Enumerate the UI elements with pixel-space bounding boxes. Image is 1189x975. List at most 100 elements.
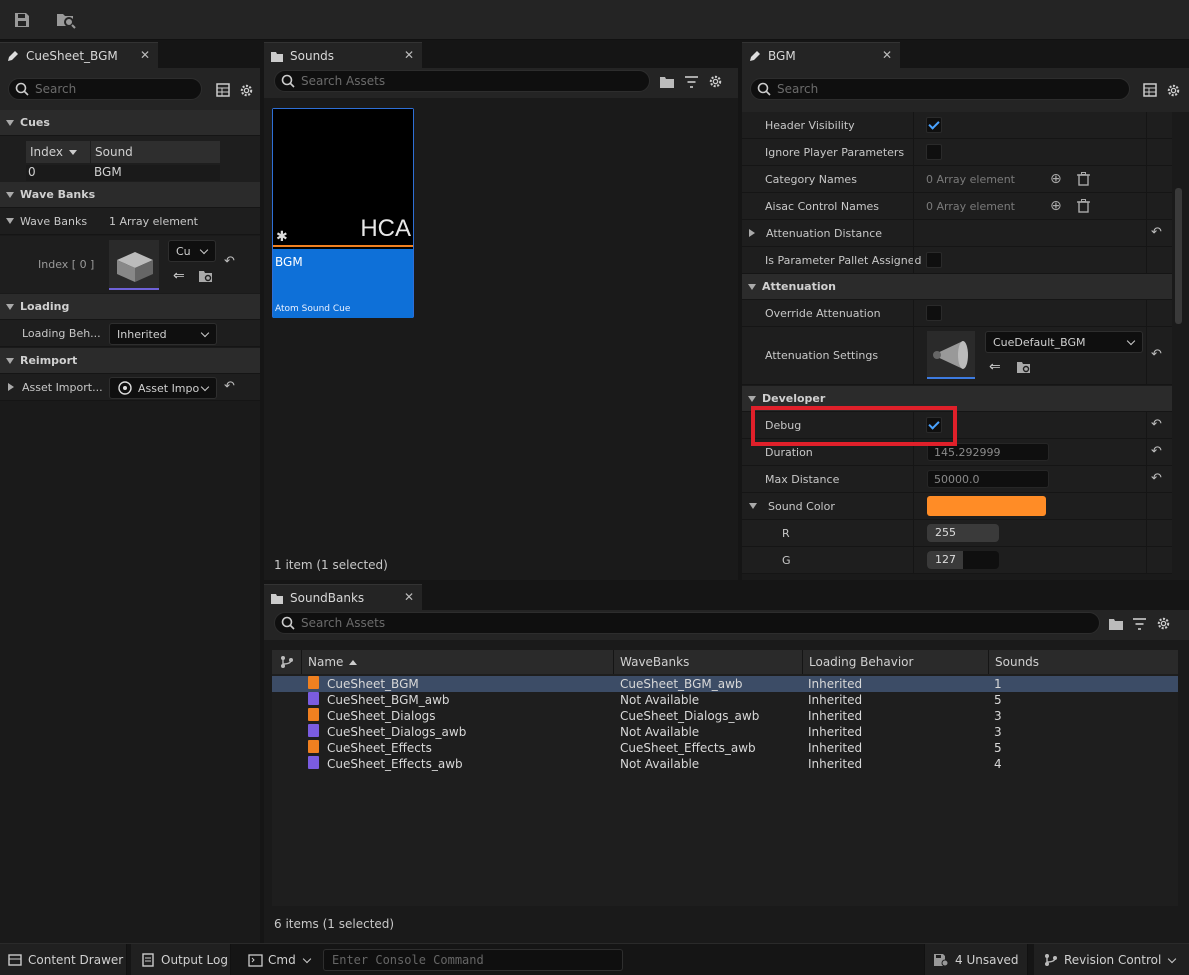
console-command-input[interactable]: Enter Console Command [323,949,623,971]
close-icon[interactable]: ✕ [404,48,414,62]
column-header-loading[interactable]: Loading Behavior [803,650,989,674]
table-row[interactable]: CueSheet_Effects_awb Not Available Inherit… [272,756,1178,772]
close-icon[interactable]: ✕ [404,590,414,604]
trash-icon[interactable] [1077,199,1090,213]
unsaved-button[interactable]: 4 Unsaved [924,944,1028,975]
filter-icon[interactable] [1132,617,1147,631]
table-row[interactable]: CueSheet_Effects CueSheet_Effects_awb Inhe… [272,740,1178,756]
wave-banks-row: Wave Banks 1 Array element [0,208,260,235]
table-row[interactable]: 0 BGM [26,165,220,181]
table-view-icon[interactable] [1143,83,1157,97]
reset-icon[interactable]: ↶ [1151,471,1162,486]
max-distance-field[interactable]: 50000.0 [927,470,1049,488]
table-view-icon[interactable] [216,83,230,97]
details-search-input[interactable]: Search [750,78,1130,100]
cell-sounds: 1 [994,677,1002,691]
close-icon[interactable]: ✕ [140,48,150,62]
folder-icon[interactable] [1108,617,1124,631]
reset-icon[interactable]: ↶ [1151,225,1162,240]
revision-control-button[interactable]: Revision Control [1034,944,1189,975]
section-attenuation[interactable]: Attenuation [742,274,1172,300]
reset-icon[interactable]: ↶ [224,254,235,269]
tab-cuesheet-bgm[interactable]: CueSheet_BGM ✕ [0,42,158,68]
reset-icon[interactable]: ↶ [1151,347,1162,362]
browse-icon[interactable] [1016,360,1032,374]
section-developer[interactable]: Developer [742,386,1172,412]
reset-icon[interactable]: ↶ [224,379,235,394]
add-element-icon[interactable]: ⊕ [1050,171,1062,187]
wave-bank-combo[interactable]: Cu [168,240,216,262]
reset-icon[interactable]: ↶ [1151,417,1162,432]
table-row[interactable]: CueSheet_BGM CueSheet_BGM_awb Inherited 1 [272,676,1178,692]
duration-field[interactable]: 145.292999 [927,443,1049,461]
expand-icon[interactable] [8,383,14,391]
settings-gear-icon[interactable] [708,74,723,89]
details-scrollbar[interactable] [1172,112,1189,580]
override-attenuation-checkbox[interactable] [926,305,942,321]
column-header-wavebanks[interactable]: WaveBanks [614,650,803,674]
param-pallet-checkbox[interactable] [926,252,942,268]
content-browser-icon [271,51,283,62]
filter-icon[interactable] [684,75,699,89]
add-element-icon[interactable]: ⊕ [1050,198,1062,214]
loading-combo[interactable]: Inherited [109,323,217,345]
section-label: Loading [20,300,70,313]
attenuation-combo[interactable]: CueDefault_BGM [985,331,1143,353]
settings-gear-icon[interactable] [239,83,254,98]
reset-icon[interactable]: ↶ [1151,444,1162,459]
browse-icon[interactable] [198,269,214,283]
row-value: 1 Array element [109,214,198,228]
use-selected-icon[interactable]: ⇐ [173,268,185,284]
search-assets-input[interactable]: Search Assets [274,612,1100,634]
prop-color-g: G 127 [742,547,1172,574]
search-input[interactable]: Search [8,78,202,100]
section-reimport[interactable]: Reimport [0,348,260,374]
close-icon[interactable]: ✕ [882,48,892,62]
color-g-slider[interactable]: 127 [927,551,999,569]
color-r-slider[interactable]: 255 [927,524,999,542]
tab-soundbanks[interactable]: SoundBanks ✕ [264,584,422,610]
debug-checkbox[interactable] [926,417,942,433]
field-value: 50000.0 [934,472,980,486]
attenuation-thumbnail[interactable] [927,331,975,379]
asset-import-combo[interactable]: Asset Impo [109,377,217,399]
cell-loading: Inherited [808,709,863,723]
collapse-icon[interactable] [749,503,757,509]
ignore-player-params-checkbox[interactable] [926,144,942,160]
wave-bank-thumbnail[interactable] [109,240,159,290]
header-visibility-checkbox[interactable] [926,117,942,133]
search-assets-input[interactable]: Search Assets [274,70,650,92]
table-row[interactable]: CueSheet_BGM_awb Not Available Inherited 5 [272,692,1178,708]
column-header-name[interactable]: Name [302,650,614,674]
column-options[interactable] [272,650,302,674]
trash-icon[interactable] [1077,172,1090,186]
settings-gear-icon[interactable] [1156,616,1171,631]
sound-color-swatch[interactable] [927,496,1046,516]
slider-value: 255 [935,526,956,539]
asset-tile-bgm[interactable]: HCA ✱ BGM Atom Sound Cue [272,108,414,318]
cmd-dropdown[interactable]: Cmd [238,944,318,975]
folder-icon[interactable] [659,75,675,89]
table-row[interactable]: CueSheet_Dialogs CueSheet_Dialogs_awb Inhe… [272,708,1178,724]
scrollbar-thumb[interactable] [1175,188,1182,324]
expand-icon[interactable] [6,218,14,224]
settings-gear-icon[interactable] [1166,83,1181,98]
section-loading[interactable]: Loading [0,294,260,320]
column-header-sounds[interactable]: Sounds [989,650,1178,674]
section-cues[interactable]: Cues [0,110,260,136]
use-selected-icon[interactable]: ⇐ [989,359,1001,375]
tab-sounds[interactable]: Sounds ✕ [264,42,422,68]
table-row[interactable]: CueSheet_Dialogs_awb Not Available Inherit… [272,724,1178,740]
section-wave-banks[interactable]: Wave Banks [0,182,260,208]
content-drawer-button[interactable]: Content Drawer [0,944,127,975]
browse-button[interactable] [52,6,80,34]
prop-attenuation-distance: Attenuation Distance ↶ [742,220,1172,247]
cues-header-index[interactable]: Index [26,141,90,163]
sounds-panel: Sounds ✕ Search Assets HCA ✱ BGM Atom So… [264,40,738,580]
save-button[interactable] [8,6,36,34]
cues-header-sound[interactable]: Sound [91,141,220,163]
output-log-button[interactable]: Output Log [131,944,231,975]
search-icon [281,74,295,88]
expand-icon[interactable] [749,229,755,237]
tab-bgm[interactable]: BGM ✕ [742,42,900,68]
